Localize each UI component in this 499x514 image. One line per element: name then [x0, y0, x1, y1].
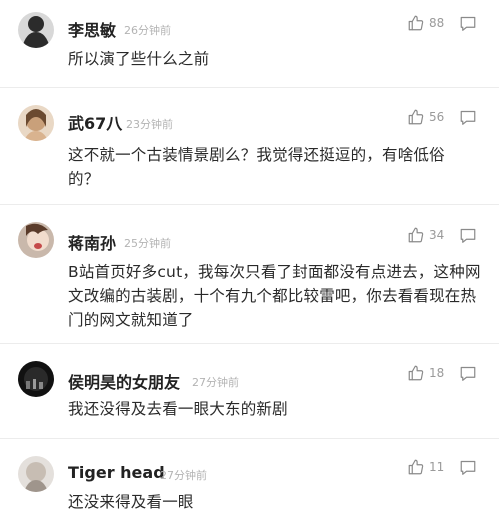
timestamp: 27分钟前	[160, 469, 207, 482]
thumbs-up-icon	[408, 459, 424, 475]
comment-text: B站首页好多cut，我每次只看了封面都没有点进去，这种网文改编的古装剧，十个有九…	[68, 263, 481, 329]
comment-item: 侯明昊的女朋友 27分钟前 18 我还没得及去看一眼大东的新剧	[0, 344, 499, 439]
avatar[interactable]	[18, 456, 54, 492]
username[interactable]: 李思敏	[68, 17, 116, 41]
comment-text: 还没来得及看一眼	[68, 493, 194, 511]
like-count: 11	[429, 460, 445, 474]
reply-button[interactable]	[459, 365, 477, 386]
username[interactable]: 侯明昊的女朋友	[68, 369, 180, 393]
like-button[interactable]: 56	[407, 108, 444, 126]
comment-icon	[460, 228, 476, 243]
comment-icon	[460, 16, 476, 31]
thumbs-up-icon	[408, 365, 424, 381]
like-button[interactable]: 18	[407, 364, 444, 382]
reply-button[interactable]	[459, 227, 477, 248]
comment-item: Tiger head 27分钟前 11 还没来得及看一眼	[0, 439, 499, 513]
comment-text: 这不就一个古装情景剧么？我觉得还挺逗的，有啥低俗的？	[68, 146, 445, 188]
username[interactable]: 蒋南孙	[68, 230, 116, 254]
username[interactable]: Tiger head	[68, 463, 165, 482]
comment-text: 所以演了些什么之前	[68, 50, 210, 68]
timestamp: 25分钟前	[124, 237, 171, 250]
like-count: 88	[429, 16, 445, 30]
comment-icon	[460, 460, 476, 475]
avatar[interactable]	[18, 222, 54, 258]
like-button[interactable]: 88	[407, 14, 444, 32]
thumbs-up-icon	[408, 227, 424, 243]
comment-text: 我还没得及去看一眼大东的新剧	[68, 400, 288, 418]
thumbs-up-icon	[408, 15, 424, 31]
timestamp: 27分钟前	[192, 376, 239, 389]
comment-item: 李思敏 26分钟前 88 所以演了些什么之前	[0, 0, 499, 88]
like-button[interactable]: 34	[407, 226, 444, 244]
username[interactable]: 武67八	[68, 110, 122, 134]
thumbs-up-icon	[408, 109, 424, 125]
reply-button[interactable]	[459, 109, 477, 130]
reply-button[interactable]	[459, 15, 477, 36]
like-count: 34	[429, 228, 445, 242]
timestamp: 23分钟前	[126, 118, 173, 131]
avatar[interactable]	[18, 361, 54, 397]
like-count: 18	[429, 366, 445, 380]
comment-icon	[460, 366, 476, 381]
comment-list: 李思敏 26分钟前 88 所以演了些什么之前 武67八 23分钟前 56 这不就…	[0, 0, 499, 513]
like-button[interactable]: 11	[407, 458, 444, 476]
comment-item: 蒋南孙 25分钟前 34 B站首页好多cut，我每次只看了封面都没有点进去，这种…	[0, 205, 499, 344]
comment-item: 武67八 23分钟前 56 这不就一个古装情景剧么？我觉得还挺逗的，有啥低俗的？	[0, 88, 499, 205]
like-count: 56	[429, 110, 445, 124]
avatar[interactable]	[18, 12, 54, 48]
avatar[interactable]	[18, 105, 54, 141]
reply-button[interactable]	[459, 459, 477, 480]
comment-icon	[460, 110, 476, 125]
timestamp: 26分钟前	[124, 24, 171, 37]
